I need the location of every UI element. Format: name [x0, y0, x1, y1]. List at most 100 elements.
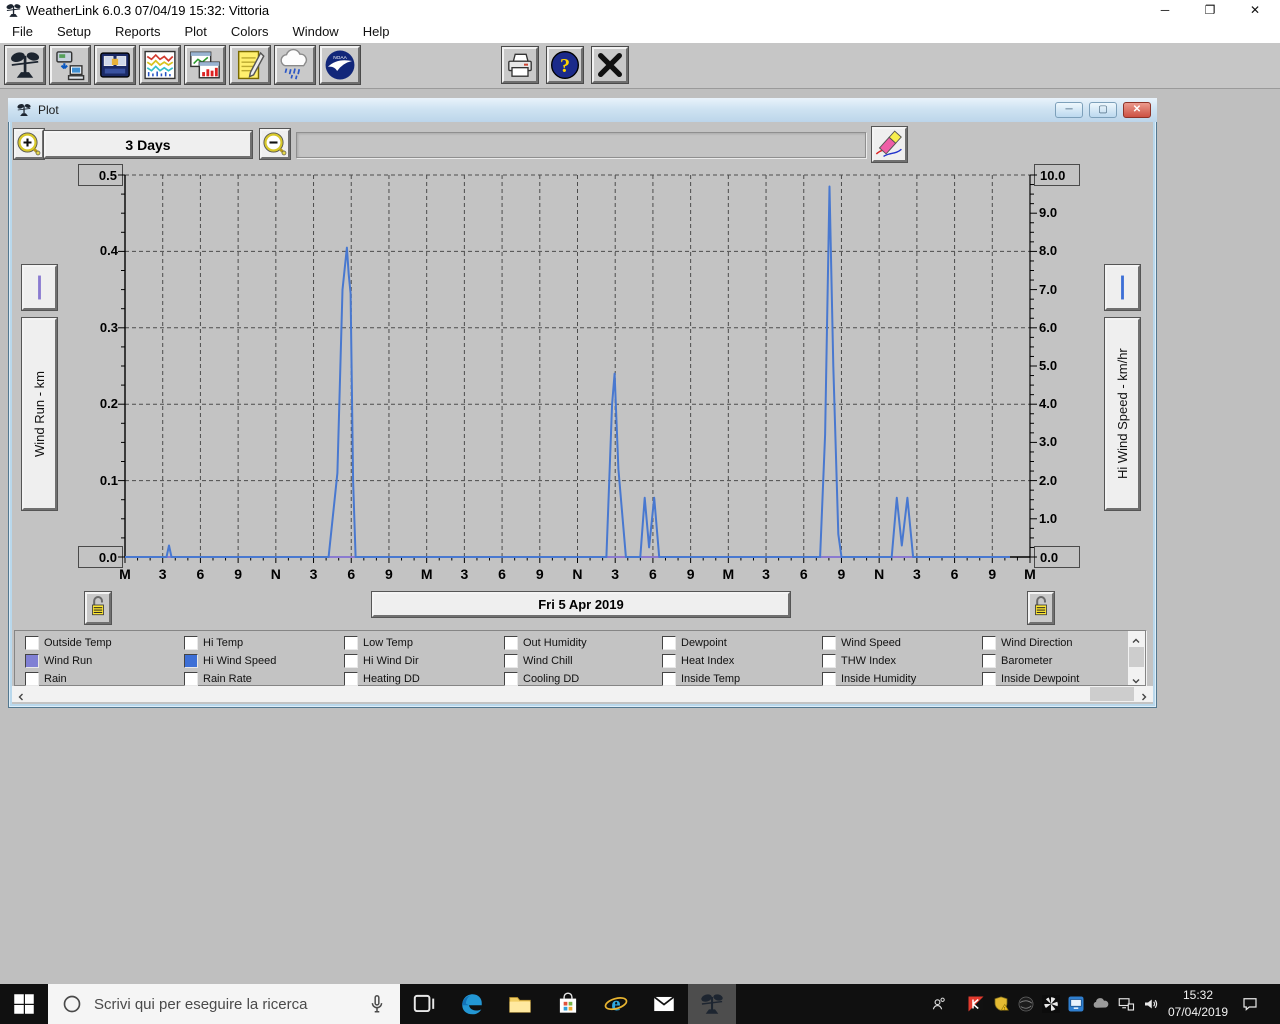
plot-window-titlebar[interactable]: Plot ─ ▢ ✕: [8, 98, 1157, 122]
chart-plot-area[interactable]: [110, 168, 1050, 572]
checkbox-rain-rate[interactable]: [184, 672, 198, 686]
taskbar-app-weatherlink[interactable]: [688, 984, 736, 1024]
restore-button[interactable]: ❐: [1193, 0, 1227, 21]
close-window-button[interactable]: [592, 47, 628, 83]
plot-close-button[interactable]: ✕: [1123, 102, 1151, 118]
start-button[interactable]: [0, 984, 48, 1024]
cortana-icon: [62, 994, 82, 1014]
tray-remote-pc-icon[interactable]: [1063, 984, 1088, 1024]
checkbox-label-heat-index: Heat Index: [681, 655, 735, 667]
hi-wind-speed-line-sample: [1121, 275, 1124, 300]
checkbox-inside-temp[interactable]: [662, 672, 676, 686]
checkbox-inside-dewpoint[interactable]: [982, 672, 996, 686]
taskbar-app-edge[interactable]: [448, 984, 496, 1024]
left-axis-label: Wind Run - km: [32, 371, 47, 457]
bulletin-button[interactable]: [95, 46, 135, 84]
checkbox-dewpoint[interactable]: [662, 636, 676, 650]
plot-window-client: 3 Days 0.5 0.4 0.3 0.2 0.1 0.0 10.0 9.0 8.0 7.0 6.…: [12, 122, 1153, 704]
tray-defender-icon[interactable]: !: [988, 984, 1013, 1024]
taskbar-app-microsoft-store[interactable]: [544, 984, 592, 1024]
menu-file[interactable]: File: [0, 21, 45, 39]
clock-date: 07/04/2019: [1167, 1005, 1229, 1019]
checkbox-cooling-dd[interactable]: [504, 672, 518, 686]
right-series-style-button[interactable]: [1105, 265, 1140, 310]
taskbar-app-mail[interactable]: [640, 984, 688, 1024]
people-button[interactable]: [926, 984, 952, 1024]
menu-colors[interactable]: Colors: [219, 21, 281, 39]
help-button[interactable]: ?: [547, 47, 583, 83]
noaa-report-button[interactable]: NOAA: [320, 46, 360, 84]
scroll-right-arrow[interactable]: [1139, 689, 1149, 704]
notes-button[interactable]: [230, 46, 270, 84]
checkbox-out-humidity[interactable]: [504, 636, 518, 650]
taskbar-clock[interactable]: 15:32 07/04/2019: [1160, 987, 1236, 1021]
checkbox-inside-humidity[interactable]: [822, 672, 836, 686]
zoom-out-button[interactable]: [260, 129, 290, 159]
zoom-range-track[interactable]: [296, 132, 866, 158]
series-checkbox-panel: Outside Temp Wind Run Rain Hi Temp Hi Wind S…: [14, 630, 1146, 686]
checkbox-hi-wind-dir[interactable]: [344, 654, 358, 668]
weather-station-button[interactable]: [5, 46, 45, 84]
tray-network-icon[interactable]: [1113, 984, 1138, 1024]
svg-text:!: !: [1004, 1006, 1005, 1011]
taskbar: Scrivi qui per eseguire la ricerca e ! 1…: [0, 984, 1280, 1024]
right-axis-label-button[interactable]: Hi Wind Speed - km/hr: [1105, 318, 1140, 510]
action-center-button[interactable]: [1232, 984, 1268, 1024]
checkbox-barometer[interactable]: [982, 654, 996, 668]
plot-button[interactable]: [185, 46, 225, 84]
scroll-left-arrow[interactable]: [16, 689, 26, 704]
checkbox-wind-chill[interactable]: [504, 654, 518, 668]
task-view-button[interactable]: [400, 984, 448, 1024]
taskbar-app-file-explorer[interactable]: [496, 984, 544, 1024]
checkbox-wind-direction[interactable]: [982, 636, 996, 650]
checkbox-label-hi-temp: Hi Temp: [203, 637, 244, 649]
time-range-button[interactable]: 3 Days: [44, 131, 252, 158]
horizontal-scrollbar[interactable]: [12, 686, 1153, 702]
menu-reports[interactable]: Reports: [103, 21, 173, 39]
menu-window[interactable]: Window: [280, 21, 350, 39]
checkbox-wind-speed[interactable]: [822, 636, 836, 650]
left-axis-lock-button[interactable]: [85, 592, 111, 624]
minimize-button[interactable]: ─: [1148, 0, 1182, 21]
clear-plot-button[interactable]: [872, 127, 907, 162]
menu-setup[interactable]: Setup: [45, 21, 103, 39]
plot-minimize-button[interactable]: ─: [1055, 102, 1083, 118]
vertical-scroll-thumb[interactable]: [1129, 647, 1144, 667]
checkbox-heating-dd[interactable]: [344, 672, 358, 686]
date-bar[interactable]: Fri 5 Apr 2019: [372, 592, 790, 617]
weather-summary-button[interactable]: [275, 46, 315, 84]
microphone-icon[interactable]: [366, 993, 388, 1015]
right-axis-lock-button[interactable]: [1028, 592, 1054, 624]
plot-restore-button[interactable]: ▢: [1089, 102, 1117, 118]
close-button[interactable]: ✕: [1238, 0, 1272, 21]
checkbox-low-temp[interactable]: [344, 636, 358, 650]
tray-globe-icon[interactable]: [1013, 984, 1038, 1024]
zoom-in-button[interactable]: [14, 129, 44, 159]
taskbar-search[interactable]: Scrivi qui per eseguire la ricerca: [48, 984, 400, 1024]
checkbox-wind-run[interactable]: [25, 654, 39, 668]
checkbox-rain[interactable]: [25, 672, 39, 686]
weatherlink-app-icon: [5, 2, 22, 19]
checkbox-label-cooling-dd: Cooling DD: [523, 673, 580, 685]
left-series-style-button[interactable]: [22, 265, 57, 310]
checkbox-panel-vertical-scrollbar[interactable]: [1128, 631, 1145, 685]
strip-chart-button[interactable]: [140, 46, 180, 84]
checkbox-hi-temp[interactable]: [184, 636, 198, 650]
horizontal-scroll-thumb[interactable]: [1090, 687, 1134, 701]
checkbox-hi-wind-speed[interactable]: [184, 654, 198, 668]
print-button[interactable]: [502, 47, 538, 83]
left-axis-label-button[interactable]: Wind Run - km: [22, 318, 57, 510]
menu-help[interactable]: Help: [351, 21, 402, 39]
checkbox-thw-index[interactable]: [822, 654, 836, 668]
download-data-button[interactable]: [50, 46, 90, 84]
tray-kaspersky-icon[interactable]: [963, 984, 988, 1024]
tray-pinwheel-icon[interactable]: [1038, 984, 1063, 1024]
taskbar-app-internet-explorer[interactable]: e: [592, 984, 640, 1024]
checkbox-label-rain-rate: Rain Rate: [203, 673, 252, 685]
menu-plot[interactable]: Plot: [172, 21, 218, 39]
checkbox-label-dewpoint: Dewpoint: [681, 637, 727, 649]
checkbox-outside-temp[interactable]: [25, 636, 39, 650]
tray-onedrive-icon[interactable]: [1088, 984, 1113, 1024]
checkbox-heat-index[interactable]: [662, 654, 676, 668]
checkbox-label-hi-wind-speed: Hi Wind Speed: [203, 655, 277, 667]
